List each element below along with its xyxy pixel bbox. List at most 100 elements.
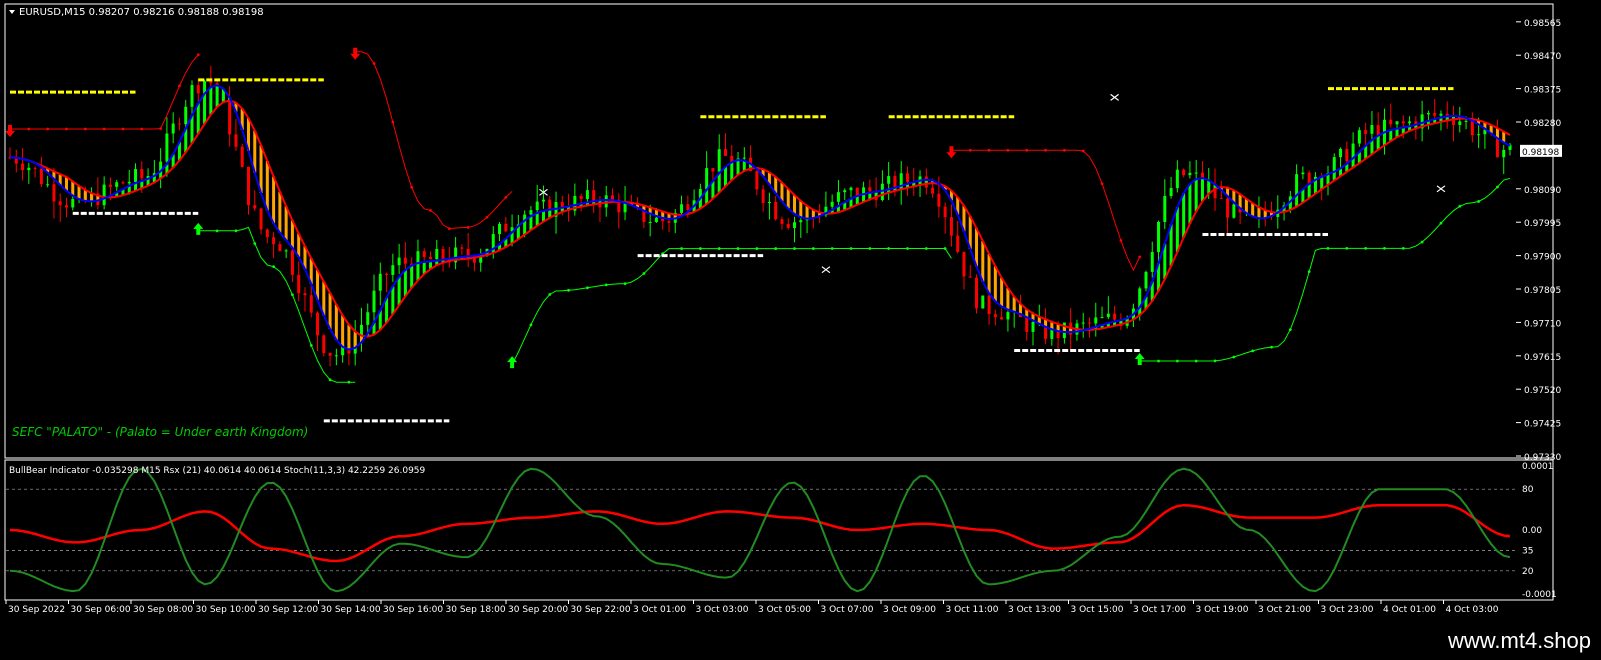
resistance-trail-line-dot — [102, 127, 106, 131]
candle-body — [1000, 317, 1004, 320]
candle-body — [717, 149, 721, 172]
time-tick-label: 30 Sep 20:00 — [508, 605, 568, 615]
resistance-trail-line-dot — [429, 209, 432, 212]
support-trail-line-dot — [215, 229, 219, 233]
candle-body — [1175, 169, 1179, 189]
resistance-trail-line-dot — [1025, 148, 1029, 152]
candle-body — [127, 181, 131, 184]
price-tick-label: 0.98470 — [1524, 52, 1561, 62]
resistance-trail-line-dot — [968, 148, 972, 152]
support-trail-line-dot — [1383, 246, 1386, 250]
candle-body — [1339, 148, 1343, 158]
resistance-trail-line-dot — [159, 127, 163, 131]
support-trail-line-dot — [347, 380, 351, 384]
candle-body — [1345, 148, 1349, 162]
candle-body — [962, 251, 966, 277]
candle-body — [1182, 169, 1186, 176]
support-trail-line-dot — [811, 247, 815, 250]
candle-body — [378, 273, 382, 291]
candle-body — [108, 184, 112, 187]
resistance-trail-line-dot — [1006, 148, 1010, 152]
support-trail-line-dot — [1194, 359, 1198, 363]
candle-body — [767, 201, 771, 203]
candle-body — [1470, 120, 1474, 136]
candle-body — [1194, 172, 1198, 174]
candle-body — [1502, 149, 1506, 158]
candle-body — [868, 187, 872, 192]
candle-body — [774, 201, 778, 220]
candle-body — [259, 208, 263, 230]
time-tick-label: 30 Sep 22:00 — [571, 605, 631, 615]
time-tick-label: 3 Oct 09:00 — [883, 605, 936, 615]
candle-body — [303, 293, 307, 296]
candle-body — [121, 182, 125, 184]
candle-body — [686, 204, 690, 210]
price-tick-label: 0.97710 — [1524, 319, 1561, 329]
candle-body — [290, 250, 294, 275]
support-trail-line-dot — [1420, 240, 1424, 244]
candle-body — [1025, 316, 1029, 332]
time-tick-label: 3 Oct 15:00 — [1071, 605, 1124, 615]
support-trail-line-dot — [906, 247, 909, 250]
candle-body — [1169, 188, 1173, 196]
support-trail-line-dot — [328, 378, 332, 382]
candle-body — [1408, 121, 1412, 124]
candle-body — [322, 335, 326, 353]
candle-body — [1370, 125, 1374, 134]
candle-body — [993, 314, 997, 318]
candle-body — [102, 184, 106, 206]
candle-body — [1477, 134, 1481, 136]
candle-body — [177, 123, 181, 125]
candle-body — [1100, 317, 1104, 319]
candle-body — [755, 171, 759, 190]
support-trail-line-dot — [272, 265, 275, 269]
support-trail-line-dot — [586, 286, 589, 290]
candle-body — [1401, 121, 1405, 124]
resistance-trail-line-dot — [1138, 255, 1142, 259]
candle-body — [134, 169, 138, 182]
candle-body — [1219, 198, 1223, 200]
candle-body — [71, 199, 75, 208]
time-tick-label: 30 Sep 06:00 — [71, 605, 131, 615]
footer-bar — [0, 618, 1601, 660]
indicator-tick-label: -0.0001 — [1522, 590, 1557, 600]
time-tick-label: 30 Sep 2022 — [8, 605, 65, 615]
candle-body — [39, 168, 43, 185]
candle-body — [328, 352, 332, 356]
candle-body — [234, 134, 238, 147]
candle-body — [648, 221, 652, 223]
resistance-trail-line-dot — [391, 120, 395, 124]
candle-body — [228, 98, 232, 135]
candle-body — [761, 189, 765, 203]
candle-body — [968, 276, 972, 278]
candle-body — [265, 229, 269, 238]
resistance-trail-line-dot — [1081, 149, 1085, 153]
candle-body — [956, 235, 960, 252]
candle-body — [1464, 120, 1468, 122]
resistance-trail-line-dot — [140, 127, 144, 131]
candle-body — [366, 312, 370, 325]
candle-body — [334, 355, 338, 357]
candle-body — [1031, 321, 1035, 332]
candle-body — [397, 257, 401, 266]
support-trail-line-dot — [736, 247, 740, 250]
palato-annotation: SEFC "PALATO" - (Palato = Under earth Ki… — [12, 425, 308, 439]
resistance-trail-line-dot — [46, 127, 50, 131]
resistance-trail-line-dot — [121, 127, 125, 131]
support-trail-line-dot — [1232, 355, 1236, 359]
candle-body — [1357, 130, 1361, 144]
candle-body — [905, 173, 909, 182]
candle-body — [1006, 312, 1010, 320]
candle-body — [943, 206, 947, 218]
support-trail-line-dot — [623, 282, 627, 286]
candle-body — [887, 176, 891, 184]
time-tick-label: 3 Oct 21:00 — [1258, 605, 1311, 615]
candle-body — [297, 274, 301, 294]
candle-body — [541, 199, 545, 202]
time-tick-label: 3 Oct 01:00 — [633, 605, 686, 615]
support-trail-line-dot — [567, 288, 570, 292]
support-trail-line-dot — [717, 247, 721, 250]
candle-body — [246, 166, 250, 206]
candle-body — [190, 85, 194, 107]
time-tick-label: 3 Oct 11:00 — [946, 605, 999, 615]
